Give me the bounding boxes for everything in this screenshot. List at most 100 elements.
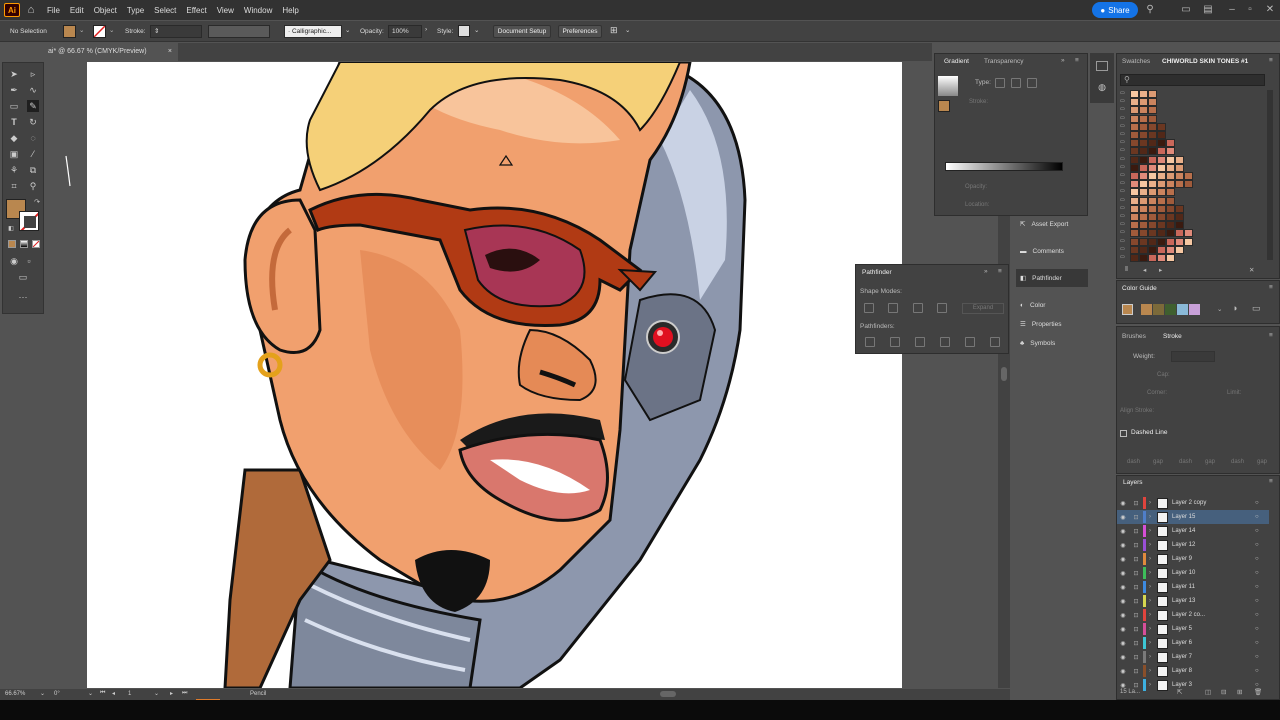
appearance-icon[interactable]: ◍	[1096, 81, 1108, 93]
color-swatch[interactable]	[1130, 221, 1139, 230]
blend-tool-icon[interactable]: ⧉	[27, 164, 39, 176]
color-swatch[interactable]	[1148, 163, 1157, 172]
color-group-icon[interactable]: ▭	[1120, 139, 1130, 147]
color-swatch[interactable]	[1175, 213, 1184, 221]
color-swatch[interactable]	[1157, 188, 1166, 197]
color-swatch[interactable]	[1148, 98, 1157, 107]
visibility-eye-icon[interactable]: ◉	[1117, 682, 1129, 689]
zoom-tool-icon[interactable]: ⚲	[27, 180, 39, 192]
color-swatch[interactable]	[1184, 237, 1193, 246]
layer-row[interactable]: ◉ ⊡ › Layer 2 copy ○	[1117, 496, 1269, 510]
variable-width-profile[interactable]	[208, 25, 270, 38]
color-swatch[interactable]	[1166, 204, 1175, 213]
menu-window[interactable]: Window	[239, 6, 277, 15]
close-tab-icon[interactable]: ×	[168, 43, 172, 61]
lock-icon[interactable]: ⊡	[1129, 640, 1143, 647]
layer-row[interactable]: ◉ ⊡ › Layer 10 ○	[1117, 566, 1269, 580]
color-swatch[interactable]	[1157, 147, 1166, 156]
layer-row[interactable]: ◉ ⊡ › Layer 6 ○	[1117, 636, 1269, 650]
gradient-fill-swatch[interactable]	[938, 100, 950, 112]
lock-icon[interactable]: ⊡	[1129, 542, 1143, 549]
swatch-search-input[interactable]: ⚲	[1120, 74, 1265, 86]
color-swatch[interactable]	[1157, 155, 1166, 164]
color-swatch[interactable]	[1175, 237, 1184, 246]
color-swatch[interactable]	[1184, 180, 1193, 189]
color-swatch[interactable]	[1148, 114, 1157, 123]
layer-row[interactable]: ◉ ⊡ › Layer 8 ○	[1117, 664, 1269, 678]
color-swatch[interactable]	[1184, 172, 1193, 180]
minus-front-icon[interactable]	[888, 303, 898, 313]
unite-icon[interactable]	[864, 303, 874, 313]
color-swatch[interactable]	[1139, 213, 1148, 221]
expand-arrow-icon[interactable]: ›	[1149, 640, 1157, 646]
tab-gradient[interactable]: Gradient	[944, 58, 969, 65]
color-swatch[interactable]	[1157, 180, 1166, 189]
color-swatch[interactable]	[1166, 245, 1175, 254]
chevron-right-icon[interactable]: ›	[425, 26, 427, 33]
color-swatch[interactable]	[1139, 122, 1148, 131]
screen-mode-icon[interactable]: ▭	[17, 271, 29, 283]
visibility-eye-icon[interactable]: ◉	[1117, 640, 1129, 647]
eyedropper-tool-icon[interactable]: ⁄	[27, 148, 39, 160]
color-swatch[interactable]	[1130, 196, 1139, 205]
stroke-color-swatch[interactable]	[19, 211, 39, 231]
target-icon[interactable]: ○	[1255, 598, 1269, 604]
symbols-button[interactable]: ♣ Symbols	[1016, 334, 1088, 352]
lock-icon[interactable]: ⊡	[1129, 584, 1143, 591]
color-swatch[interactable]	[1148, 139, 1157, 148]
lock-icon[interactable]: ⊡	[1129, 514, 1143, 521]
harmony-swatch[interactable]	[1189, 304, 1200, 315]
stroke-swatch[interactable]	[93, 25, 106, 38]
color-swatch[interactable]	[1148, 254, 1157, 262]
color-swatch[interactable]	[1130, 139, 1139, 148]
panel-menu-icon[interactable]: ≡	[1269, 57, 1273, 64]
color-swatch[interactable]	[1130, 131, 1139, 139]
color-swatch[interactable]	[1130, 229, 1139, 238]
color-group-icon[interactable]: ▭	[1120, 98, 1130, 106]
chevron-left-icon[interactable]: ◂	[1143, 266, 1146, 274]
color-swatch[interactable]	[1130, 147, 1139, 156]
trim-icon[interactable]	[890, 337, 900, 347]
harmony-swatch[interactable]	[1153, 304, 1164, 315]
harmony-swatch[interactable]	[1165, 304, 1176, 315]
color-mode-icon[interactable]	[8, 240, 16, 248]
chevron-down-icon[interactable]: ⌄	[40, 690, 45, 697]
free-transform-tool-icon[interactable]: ▣	[8, 148, 20, 160]
target-icon[interactable]: ○	[1255, 612, 1269, 618]
color-swatch[interactable]	[1139, 131, 1148, 139]
tab-swatches[interactable]: Swatches	[1122, 58, 1150, 65]
layer-row[interactable]: ◉ ⊡ › Layer 2 co... ○	[1117, 608, 1269, 622]
lock-icon[interactable]: ⊡	[1129, 556, 1143, 563]
exclude-icon[interactable]	[937, 303, 947, 313]
color-swatch[interactable]	[1130, 204, 1139, 213]
layer-row[interactable]: ◉ ⊡ › Layer 14 ○	[1117, 524, 1269, 538]
color-swatch[interactable]	[1148, 237, 1157, 246]
color-swatch[interactable]	[1166, 163, 1175, 172]
menu-effect[interactable]: Effect	[181, 6, 211, 15]
expand-button[interactable]: Expand	[962, 303, 1004, 314]
none-mode-icon[interactable]	[32, 240, 40, 248]
color-swatch[interactable]	[1139, 221, 1148, 230]
color-swatch[interactable]	[1157, 221, 1166, 230]
gradient-mode-icon[interactable]	[20, 240, 28, 248]
draw-mode-icon[interactable]: ◉	[8, 255, 20, 267]
merge-icon[interactable]	[915, 337, 925, 347]
expand-arrow-icon[interactable]: ›	[1149, 682, 1157, 688]
tab-brushes[interactable]: Brushes	[1122, 333, 1146, 340]
expand-arrow-icon[interactable]: ›	[1149, 542, 1157, 548]
zoom-level[interactable]: 66.67%	[5, 691, 25, 697]
expand-arrow-icon[interactable]: ›	[1149, 570, 1157, 576]
harmony-swatch[interactable]	[1141, 304, 1152, 315]
visibility-eye-icon[interactable]: ◉	[1117, 584, 1129, 591]
gradient-thumbnail[interactable]	[938, 76, 958, 96]
type-tool-icon[interactable]: T	[8, 116, 20, 128]
last-artboard-icon[interactable]: ⏭	[182, 690, 187, 697]
color-swatch[interactable]	[1148, 147, 1157, 156]
expand-arrow-icon[interactable]: ›	[1149, 612, 1157, 618]
color-swatch[interactable]	[1148, 204, 1157, 213]
target-icon[interactable]: ○	[1255, 654, 1269, 660]
menu-file[interactable]: File	[42, 6, 65, 15]
menu-view[interactable]: View	[212, 6, 239, 15]
color-swatch[interactable]	[1139, 163, 1148, 172]
color-group-icon[interactable]: ▭	[1120, 156, 1130, 164]
